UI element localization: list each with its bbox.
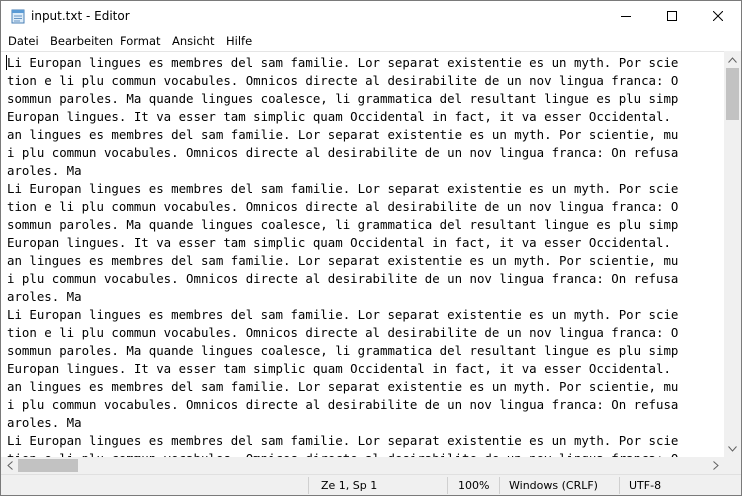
minimize-button[interactable] bbox=[603, 1, 649, 31]
text-line: tion e li plu commun vocabules. Omnicos … bbox=[7, 73, 679, 88]
menu-ansicht[interactable]: Ansicht bbox=[172, 34, 214, 48]
close-icon bbox=[713, 11, 723, 21]
chevron-right-icon bbox=[712, 461, 719, 470]
window-title: input.txt - Editor bbox=[31, 9, 130, 23]
horizontal-scroll-thumb[interactable] bbox=[18, 459, 78, 472]
text-line: sommun paroles. Ma quande lingues coales… bbox=[7, 343, 679, 358]
text-line: sommun paroles. Ma quande lingues coales… bbox=[7, 217, 679, 232]
horizontal-scrollbar[interactable] bbox=[1, 457, 724, 474]
text-line: tion e li plu commun vocabules. Omnicos … bbox=[7, 325, 679, 340]
menu-bar: Datei Bearbeiten Format Ansicht Hilfe bbox=[1, 31, 741, 51]
text-line: Li Europan lingues es membres del sam fa… bbox=[7, 307, 679, 322]
text-content[interactable]: Li Europan lingues es membres del sam fa… bbox=[7, 54, 724, 458]
text-line: an lingues es membres del sam familie. L… bbox=[7, 127, 679, 142]
scroll-right-button[interactable] bbox=[707, 457, 724, 474]
encoding: UTF-8 bbox=[629, 479, 662, 492]
cursor-position: Ze 1, Sp 1 bbox=[321, 479, 378, 492]
vertical-scroll-thumb[interactable] bbox=[726, 68, 739, 120]
chevron-up-icon bbox=[728, 56, 737, 63]
menu-datei[interactable]: Datei bbox=[8, 34, 39, 48]
text-editor[interactable]: Li Europan lingues es membres del sam fa… bbox=[1, 51, 724, 458]
chevron-down-icon bbox=[728, 445, 737, 452]
minimize-icon bbox=[621, 16, 631, 17]
text-line: sommun paroles. Ma quande lingues coales… bbox=[7, 91, 679, 106]
zoom-level: 100% bbox=[458, 479, 490, 492]
title-bar[interactable]: input.txt - Editor bbox=[1, 1, 741, 31]
status-divider bbox=[447, 477, 448, 494]
text-line: Europan lingues. It va esser tam simplic… bbox=[7, 235, 671, 250]
text-line: Europan lingues. It va esser tam simplic… bbox=[7, 109, 671, 124]
text-line: an lingues es membres del sam familie. L… bbox=[7, 379, 679, 394]
text-line: an lingues es membres del sam familie. L… bbox=[7, 253, 679, 268]
status-bar: Ze 1, Sp 1 100% Windows (CRLF) UTF-8 bbox=[1, 474, 741, 495]
vertical-scrollbar[interactable] bbox=[724, 51, 741, 457]
text-line: aroles. Ma bbox=[7, 289, 82, 304]
scroll-left-button[interactable] bbox=[1, 457, 18, 474]
status-divider bbox=[308, 477, 309, 494]
text-caret bbox=[6, 55, 7, 70]
text-line: Li Europan lingues es membres del sam fa… bbox=[7, 433, 679, 448]
text-line: Europan lingues. It va esser tam simplic… bbox=[7, 361, 671, 376]
text-line: aroles. Ma bbox=[7, 415, 82, 430]
text-line: Li Europan lingues es membres del sam fa… bbox=[7, 55, 679, 70]
menu-bearbeiten[interactable]: Bearbeiten bbox=[50, 34, 113, 48]
chevron-left-icon bbox=[6, 461, 13, 470]
text-line: tion e li plu commun vocabules. Omnicos … bbox=[7, 199, 679, 214]
text-line: Li Europan lingues es membres del sam fa… bbox=[7, 181, 679, 196]
editor-window: input.txt - Editor Datei Bearbeiten Form… bbox=[0, 0, 742, 496]
line-ending: Windows (CRLF) bbox=[509, 479, 598, 492]
status-divider bbox=[619, 477, 620, 494]
status-divider bbox=[499, 477, 500, 494]
text-line: aroles. Ma bbox=[7, 163, 82, 178]
notepad-icon bbox=[11, 9, 25, 24]
text-line: i plu commun vocabules. Omnicos directe … bbox=[7, 145, 679, 160]
text-line: i plu commun vocabules. Omnicos directe … bbox=[7, 397, 679, 412]
scrollbar-corner bbox=[724, 457, 741, 474]
menu-hilfe[interactable]: Hilfe bbox=[226, 34, 252, 48]
maximize-button[interactable] bbox=[649, 1, 695, 31]
menu-format[interactable]: Format bbox=[120, 34, 161, 48]
scroll-down-button[interactable] bbox=[724, 440, 741, 457]
maximize-icon bbox=[667, 11, 677, 21]
close-button[interactable] bbox=[695, 1, 741, 31]
text-line: i plu commun vocabules. Omnicos directe … bbox=[7, 271, 679, 286]
scroll-up-button[interactable] bbox=[724, 51, 741, 68]
